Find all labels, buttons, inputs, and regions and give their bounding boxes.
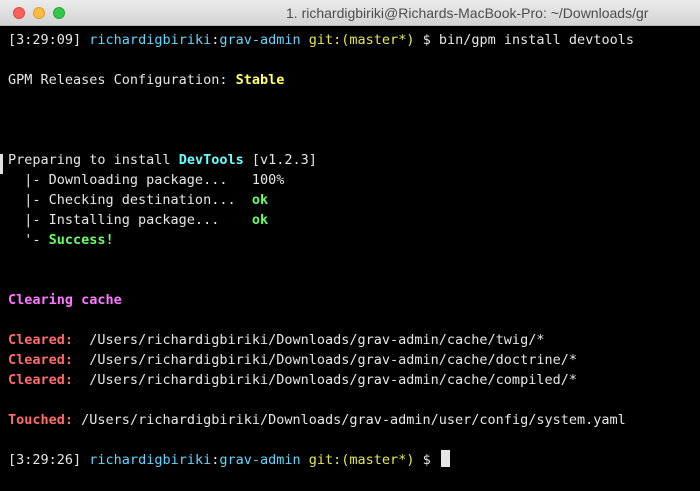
- prompt-git: git:(: [308, 452, 350, 468]
- step-label: |- Checking destination...: [8, 192, 252, 208]
- prompt-time: [3:29:09]: [8, 32, 82, 48]
- cleared-label: Cleared:: [8, 352, 74, 368]
- prompt-dollar: $: [422, 452, 431, 468]
- step-value: ok: [251, 212, 269, 228]
- cleared-line-twig: Cleared: /Users/richardigbiriki/Download…: [8, 330, 544, 350]
- prompt-line-1: [3:29:09] richardigbiriki:grav-admin git…: [8, 30, 634, 50]
- prompt-user: richardigbiriki: [89, 452, 212, 468]
- success-prefix: '-: [8, 232, 49, 248]
- gpm-config-label: GPM Releases Configuration:: [8, 72, 236, 88]
- step-check: |- Checking destination... ok: [8, 190, 268, 210]
- cleared-line-compiled: Cleared: /Users/richardigbiriki/Download…: [8, 370, 577, 390]
- maximize-window-button[interactable]: [53, 7, 65, 19]
- step-download: |- Downloading package... 100%: [8, 170, 284, 190]
- cleared-label: Cleared:: [8, 332, 74, 348]
- title-bar[interactable]: 1. richardigbiriki@Richards-MacBook-Pro:…: [0, 0, 700, 26]
- install-package: DevTools: [178, 152, 244, 168]
- success-text: Success!: [48, 232, 114, 248]
- text-cursor[interactable]: [440, 450, 450, 467]
- install-line: Preparing to install DevTools [v1.2.3]: [8, 150, 317, 170]
- clearing-cache-heading: Clearing cache: [8, 292, 122, 308]
- prompt-branch: master*: [349, 32, 407, 48]
- prompt-time: [3:29:26]: [8, 452, 82, 468]
- prompt-user: richardigbiriki: [89, 32, 212, 48]
- cleared-path: /Users/richardigbiriki/Downloads/grav-ad…: [89, 352, 577, 368]
- gpm-config-value: Stable: [235, 72, 285, 88]
- step-value: ok: [251, 192, 269, 208]
- install-version: [v1.2.3]: [243, 152, 317, 168]
- step-label: |- Downloading package...: [8, 172, 252, 188]
- prompt-git: git:(: [308, 32, 350, 48]
- step-install: |- Installing package... ok: [8, 210, 268, 230]
- terminal-window[interactable]: 1. richardigbiriki@Richards-MacBook-Pro:…: [0, 0, 700, 491]
- prompt-dollar: $: [422, 32, 431, 48]
- cleared-path: /Users/richardigbiriki/Downloads/grav-ad…: [89, 332, 545, 348]
- touched-label: Touched:: [8, 412, 74, 428]
- cleared-line-doctrine: Cleared: /Users/richardigbiriki/Download…: [8, 350, 577, 370]
- prompt-dir: grav-admin: [219, 452, 301, 468]
- touched-path: /Users/richardigbiriki/Downloads/grav-ad…: [81, 412, 626, 428]
- prompt-git-close: ): [406, 452, 415, 468]
- prompt-git-close: ): [406, 32, 415, 48]
- prompt-dir: grav-admin: [219, 32, 301, 48]
- minimize-window-button[interactable]: [33, 7, 45, 19]
- step-success: '- Success!: [8, 230, 114, 250]
- touched-line: Touched: /Users/richardigbiriki/Download…: [8, 410, 626, 430]
- step-label: |- Installing package...: [8, 212, 252, 228]
- step-value: 100%: [251, 172, 285, 188]
- gpm-config-line: GPM Releases Configuration: Stable: [8, 70, 284, 90]
- command-text: bin/gpm install devtools: [438, 32, 634, 48]
- cleared-label: Cleared:: [8, 372, 74, 388]
- prompt-line-2[interactable]: [3:29:26] richardigbiriki:grav-admin git…: [8, 450, 450, 470]
- cleared-path: /Users/richardigbiriki/Downloads/grav-ad…: [89, 372, 577, 388]
- close-window-button[interactable]: [13, 7, 25, 19]
- clearing-cache-line: Clearing cache: [8, 290, 122, 310]
- prompt-branch: master*: [349, 452, 407, 468]
- terminal-output[interactable]: [3:29:09] richardigbiriki:grav-admin git…: [0, 26, 700, 491]
- gutter-marker: [0, 154, 3, 174]
- install-prefix: Preparing to install: [8, 152, 179, 168]
- window-title: 1. richardigbiriki@Richards-MacBook-Pro:…: [286, 5, 649, 21]
